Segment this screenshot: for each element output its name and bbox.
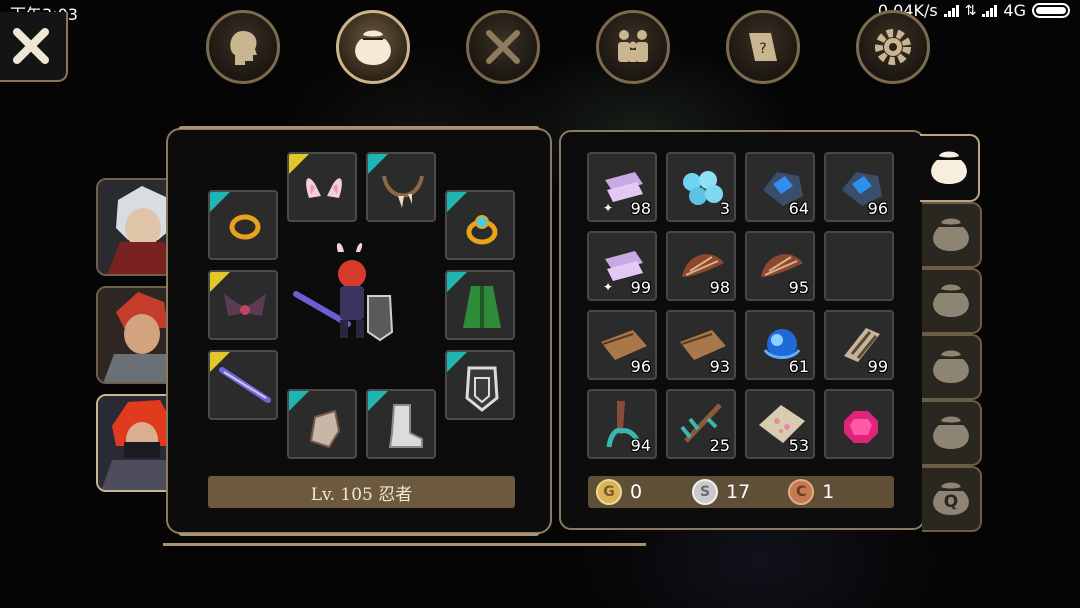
character-sprite — [293, 243, 394, 342]
equip-slot-armor[interactable] — [445, 270, 515, 340]
inventory-slot[interactable]: 94 — [587, 389, 657, 459]
signal-icon — [943, 4, 959, 17]
equip-slot-boots[interactable] — [366, 389, 436, 459]
item-quantity: 64 — [788, 199, 809, 218]
inventory-slot[interactable]: 96 — [587, 310, 657, 380]
status-bar: 下午3:03 0.04K/s ⇅ 4G — [0, 0, 1080, 24]
item-quantity: 99 — [867, 357, 888, 376]
equip-slot-shield[interactable] — [445, 350, 515, 420]
inventory-slot[interactable]: 61 — [745, 310, 815, 380]
pink-gem-icon — [844, 411, 878, 443]
bag-icon — [933, 416, 969, 449]
rarity-corner — [210, 192, 230, 212]
equip-slot-helmet[interactable] — [287, 152, 357, 222]
item-quantity: 98 — [630, 199, 651, 218]
rarity-corner — [210, 272, 230, 292]
rarity-corner — [289, 391, 309, 411]
signal-icon-2 — [982, 4, 998, 17]
bag-icon — [933, 350, 969, 383]
bag-icon — [933, 218, 969, 251]
item-quantity: 25 — [709, 436, 730, 455]
equip-slot-ring-right[interactable] — [445, 190, 515, 260]
bag-icon — [931, 151, 967, 184]
close-icon — [13, 28, 49, 64]
equip-slot-weapon[interactable] — [208, 350, 278, 420]
bag-tab-1[interactable] — [920, 134, 980, 202]
rarity-corner — [447, 272, 467, 292]
item-quantity: 96 — [630, 357, 651, 376]
svg-text:?: ? — [759, 41, 766, 57]
bag-tab-5[interactable] — [922, 400, 982, 466]
silver-amount: 17 — [726, 481, 751, 503]
head-icon — [230, 31, 257, 65]
inventory-slot[interactable]: 99 — [824, 310, 894, 380]
bag-tab-quest[interactable]: Q — [922, 466, 982, 532]
network-type: 4G — [1003, 1, 1026, 20]
bag-tab-4[interactable] — [922, 334, 982, 400]
item-quantity: 93 — [709, 357, 730, 376]
menu-quest-button[interactable]: ? — [726, 10, 800, 84]
item-quantity: 94 — [630, 436, 651, 455]
rarity-corner — [210, 352, 230, 372]
bag-tab-2[interactable] — [922, 202, 982, 268]
rarity-corner — [447, 352, 467, 372]
close-button[interactable] — [0, 12, 68, 82]
inventory-slot[interactable]: 96 — [824, 152, 894, 222]
currency-bar: G 0 S 17 C 1 — [588, 476, 894, 508]
menu-character-button[interactable] — [206, 10, 280, 84]
inventory-slot[interactable]: 53 — [745, 389, 815, 459]
inventory-slot-empty[interactable] — [824, 231, 894, 301]
gear-icon — [875, 29, 911, 65]
item-quantity: 96 — [867, 199, 888, 218]
data-transfer-icon: ⇅ — [964, 2, 977, 19]
item-quantity: 98 — [709, 278, 730, 297]
equip-slot-gloves[interactable] — [287, 389, 357, 459]
item-quantity: 3 — [719, 199, 730, 218]
item-quantity: 53 — [788, 436, 809, 455]
inventory-slot[interactable] — [824, 389, 894, 459]
item-quantity: 61 — [788, 357, 809, 376]
svg-text:✦: ✦ — [603, 201, 613, 215]
inventory-slot[interactable]: 25 — [666, 389, 736, 459]
inventory-slot[interactable]: ✦ 98 — [587, 152, 657, 222]
svg-text:✦: ✦ — [603, 280, 613, 294]
equip-slot-cape[interactable] — [208, 270, 278, 340]
party-icon — [618, 30, 648, 62]
inventory-slot[interactable]: ✦ 99 — [587, 231, 657, 301]
gold-amount: 0 — [630, 481, 643, 503]
bag-tab-3[interactable] — [922, 268, 982, 334]
bag-icon — [355, 30, 391, 65]
inventory-slot[interactable]: 64 — [745, 152, 815, 222]
rarity-corner — [368, 154, 388, 174]
inventory-slot[interactable]: 95 — [745, 231, 815, 301]
item-quantity: 95 — [788, 278, 809, 297]
menu-bag-button[interactable] — [336, 10, 410, 84]
rarity-corner — [289, 154, 309, 174]
equip-slot-necklace[interactable] — [366, 152, 436, 222]
menu-party-button[interactable] — [596, 10, 670, 84]
scroll-icon: ? — [749, 33, 777, 61]
divider-line — [163, 543, 646, 546]
quest-bag-label: Q — [943, 492, 959, 512]
rarity-corner — [368, 391, 388, 411]
equip-slot-ring-left[interactable] — [208, 190, 278, 260]
battery-icon — [1032, 3, 1070, 18]
copper-amount: 1 — [822, 481, 835, 503]
menu-skills-button[interactable] — [466, 10, 540, 84]
gold-coin-icon: G — [596, 479, 622, 505]
inventory-slot[interactable]: 98 — [666, 231, 736, 301]
bag-icon — [933, 284, 969, 317]
inventory-slot[interactable]: 93 — [666, 310, 736, 380]
crossed-swords-icon — [486, 30, 520, 64]
level-label: Lv. 105 忍者 — [208, 476, 515, 508]
inventory-slot[interactable]: 3 — [666, 152, 736, 222]
silver-coin-icon: S — [692, 479, 719, 505]
item-quantity: 99 — [630, 278, 651, 297]
rarity-corner — [447, 192, 467, 212]
menu-settings-button[interactable] — [856, 10, 930, 84]
copper-coin-icon: C — [788, 479, 815, 505]
